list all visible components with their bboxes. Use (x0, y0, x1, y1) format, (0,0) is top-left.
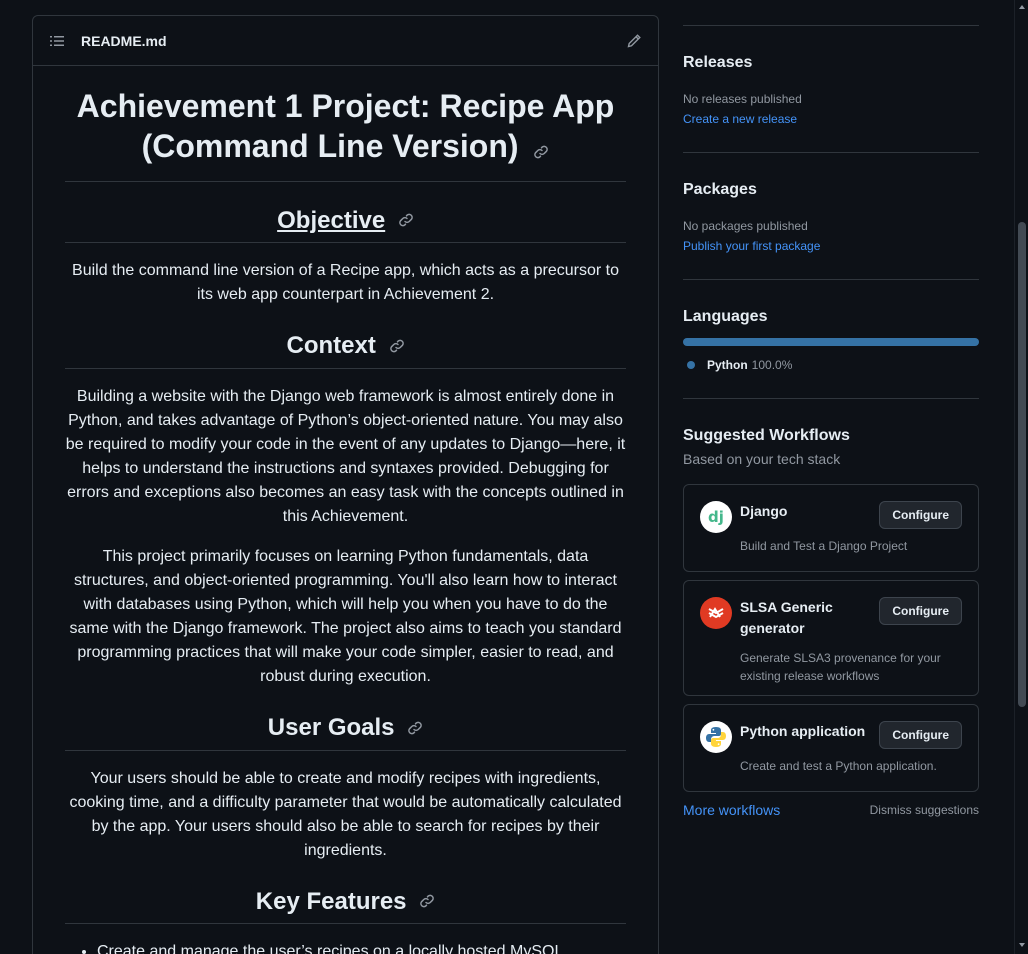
suggested-workflows-section: Suggested Workflows Based on your tech s… (683, 399, 979, 818)
list-item: Create and manage the user’s recipes on … (97, 940, 626, 954)
releases-section: Releases No releases published Create a … (683, 26, 979, 128)
workflows-title: Suggested Workflows (683, 427, 850, 444)
list-outline-icon[interactable] (49, 33, 65, 49)
dismiss-suggestions-link[interactable]: Dismiss suggestions (870, 803, 979, 817)
scroll-up-arrow-icon[interactable] (1018, 3, 1026, 11)
packages-title[interactable]: Packages (683, 181, 979, 199)
key-features-heading: Key Features (65, 887, 626, 925)
languages-section: Languages Python 100.0% (683, 280, 979, 372)
slsa-icon (700, 597, 732, 629)
repo-page: README.md Achievement 1 Project: Recipe … (0, 0, 1028, 954)
scroll-down-arrow-icon[interactable] (1018, 941, 1026, 949)
repo-sidebar: Releases No releases published Create a … (683, 0, 979, 818)
configure-button[interactable]: Configure (879, 721, 962, 749)
languages-title: Languages (683, 308, 768, 325)
language-bar (683, 338, 979, 346)
context-heading: Context (65, 331, 626, 369)
workflow-name: Django (740, 503, 788, 519)
workflow-card-slsa: SLSA Generic generator Configure Generat… (683, 580, 979, 696)
workflow-card-python: Python application Configure Create and … (683, 704, 979, 792)
link-anchor-icon[interactable] (389, 332, 405, 362)
language-percent: 100.0% (751, 358, 793, 372)
workflow-description: Build and Test a Django Project (740, 539, 908, 553)
link-anchor-icon[interactable] (407, 714, 423, 744)
language-color-dot (687, 361, 695, 369)
user-goals-paragraph: Your users should be able to create and … (69, 769, 622, 859)
readme-header: README.md (33, 16, 658, 66)
key-features-list: Create and manage the user’s recipes on … (65, 940, 626, 954)
readme-title-heading: Achievement 1 Project: Recipe App (Comma… (65, 82, 626, 182)
workflow-card-django: dj Django Configure Build and Test a Dja… (683, 484, 979, 572)
context-heading-text: Context (286, 332, 376, 360)
workflow-description: Generate SLSA3 provenance for your exist… (740, 651, 941, 683)
user-goals-heading-text: User Goals (267, 713, 395, 741)
python-icon (700, 721, 732, 753)
objective-paragraph: Build the command line version of a Reci… (72, 262, 619, 304)
pencil-edit-icon[interactable] (626, 33, 642, 49)
page-scrollbar[interactable] (1014, 0, 1028, 954)
packages-section: Packages No packages published Publish y… (683, 153, 979, 255)
packages-status: No packages published (683, 219, 808, 233)
svg-text:dj: dj (708, 508, 724, 526)
language-item[interactable]: Python 100.0% (683, 358, 979, 372)
readme-panel: README.md Achievement 1 Project: Recipe … (32, 15, 659, 954)
more-workflows-link[interactable]: More workflows (683, 802, 780, 818)
workflow-name: SLSA Generic generator (740, 599, 833, 636)
django-icon: dj (700, 501, 732, 533)
configure-button[interactable]: Configure (879, 501, 962, 529)
workflows-subtitle: Based on your tech stack (683, 451, 841, 467)
scrollbar-thumb[interactable] (1018, 222, 1026, 707)
link-anchor-icon[interactable] (419, 887, 435, 917)
workflow-description: Create and test a Python application. (740, 759, 937, 773)
readme-content: Achievement 1 Project: Recipe App (Comma… (33, 66, 658, 954)
publish-package-link[interactable]: Publish your first package (683, 239, 820, 253)
create-release-link[interactable]: Create a new release (683, 112, 797, 126)
user-goals-heading: User Goals (65, 713, 626, 751)
language-name: Python (707, 358, 748, 372)
context-paragraph-2: This project primarily focuses on learni… (69, 547, 622, 685)
configure-button[interactable]: Configure (879, 597, 962, 625)
workflow-footer: More workflows Dismiss suggestions (683, 802, 979, 818)
objective-heading: Objective (65, 206, 626, 244)
link-anchor-icon[interactable] (533, 129, 549, 169)
releases-status: No releases published (683, 92, 802, 106)
link-anchor-icon[interactable] (398, 206, 414, 236)
readme-filename[interactable]: README.md (81, 33, 167, 49)
context-paragraph-1: Building a website with the Django web f… (65, 387, 626, 525)
releases-title[interactable]: Releases (683, 54, 979, 72)
key-features-heading-text: Key Features (255, 887, 407, 915)
objective-heading-text[interactable]: Objective (277, 207, 385, 234)
workflow-name: Python application (740, 723, 866, 739)
